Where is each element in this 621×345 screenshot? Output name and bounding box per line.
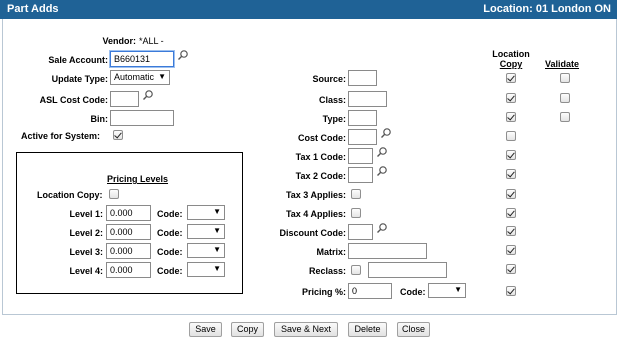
cost-code-label: Cost Code:	[298, 133, 346, 143]
level-3-input[interactable]	[106, 243, 151, 259]
reclass-input[interactable]	[368, 262, 447, 278]
location-copy-header-line2: Copy	[499, 59, 523, 69]
tax3-applies-copy-checkbox[interactable]	[506, 189, 516, 199]
pricing-percent-code-label: Code:	[400, 287, 426, 297]
tax2-code-input[interactable]	[348, 167, 373, 183]
discount-code-lookup-icon[interactable]	[376, 222, 388, 234]
validate-header: Validate	[545, 59, 580, 69]
asl-cost-code-lookup-icon[interactable]	[142, 89, 154, 101]
page-title: Part Adds	[7, 3, 59, 15]
tax3-applies-checkbox[interactable]	[351, 189, 361, 199]
level-2-code-select[interactable]: ▼	[187, 224, 225, 239]
reclass-checkbox[interactable]	[351, 265, 361, 275]
asl-cost-code-label: ASL Cost Code:	[39, 95, 108, 105]
save-next-button[interactable]: Save & Next	[274, 322, 338, 337]
vendor-value: *ALL -	[139, 36, 164, 46]
class-input[interactable]	[348, 91, 387, 107]
triangle-down-icon: ▼	[158, 72, 166, 81]
level-1-label: Level 1:	[69, 209, 103, 219]
pricing-location-copy-checkbox[interactable]	[109, 189, 119, 199]
active-for-system-checkbox[interactable]	[113, 130, 123, 140]
tax3-applies-label: Tax 3 Applies:	[285, 190, 346, 200]
triangle-down-icon: ▼	[454, 285, 462, 294]
triangle-down-icon: ▼	[213, 264, 221, 273]
level-4-input[interactable]	[106, 262, 151, 278]
matrix-input[interactable]	[348, 243, 427, 259]
pricing-location-copy-label: Location Copy:	[37, 190, 103, 200]
tax4-applies-checkbox[interactable]	[351, 208, 361, 218]
matrix-label: Matrix:	[316, 247, 346, 257]
class-copy-checkbox[interactable]	[506, 93, 516, 103]
level-3-label: Level 3:	[69, 247, 103, 257]
close-button[interactable]: Close	[397, 322, 430, 337]
source-label: Source:	[312, 74, 346, 84]
tax1-code-lookup-icon[interactable]	[376, 146, 388, 158]
cost-code-input[interactable]	[348, 129, 377, 145]
reclass-label: Reclass:	[308, 266, 346, 276]
asl-cost-code-input[interactable]	[110, 91, 139, 107]
pricing-levels-heading: Pricing Levels	[107, 174, 169, 184]
triangle-down-icon: ▼	[213, 226, 221, 235]
update-type-label: Update Type:	[51, 74, 108, 84]
copy-button[interactable]: Copy	[231, 322, 264, 337]
type-validate-checkbox[interactable]	[560, 112, 570, 122]
tax4-applies-label: Tax 4 Applies:	[285, 209, 346, 219]
matrix-copy-checkbox[interactable]	[506, 245, 516, 255]
bin-input[interactable]	[110, 110, 174, 126]
source-input[interactable]	[348, 70, 377, 86]
sale-account-lookup-icon[interactable]	[177, 49, 189, 61]
delete-button[interactable]: Delete	[348, 322, 387, 337]
source-copy-checkbox[interactable]	[506, 73, 516, 83]
discount-code-label: Discount Code:	[279, 228, 347, 238]
save-button[interactable]: Save	[189, 322, 222, 337]
level-2-input[interactable]	[106, 224, 151, 240]
level-4-code-select[interactable]: ▼	[187, 262, 225, 277]
level-2-code-label: Code:	[157, 228, 183, 238]
tax2-code-label: Tax 2 Code:	[295, 171, 346, 181]
tax2-code-lookup-icon[interactable]	[376, 165, 388, 177]
discount-code-input[interactable]	[348, 224, 373, 240]
cost-code-lookup-icon[interactable]	[380, 127, 392, 139]
sale-account-input[interactable]	[110, 51, 174, 67]
bin-label: Bin:	[90, 114, 109, 124]
discount-code-copy-checkbox[interactable]	[506, 226, 516, 236]
cost-code-copy-checkbox[interactable]	[506, 131, 516, 141]
triangle-down-icon: ▼	[213, 207, 221, 216]
type-copy-checkbox[interactable]	[506, 112, 516, 122]
class-validate-checkbox[interactable]	[560, 93, 570, 103]
tax1-code-copy-checkbox[interactable]	[506, 150, 516, 160]
title-bar: Part Adds Location: 01 London ON	[0, 0, 617, 19]
class-label: Class:	[318, 95, 346, 105]
source-validate-checkbox[interactable]	[560, 73, 570, 83]
type-label: Type:	[322, 114, 346, 124]
level-3-code-select[interactable]: ▼	[187, 243, 225, 258]
tax1-code-input[interactable]	[348, 148, 373, 164]
tax1-code-label: Tax 1 Code:	[295, 152, 346, 162]
reclass-copy-checkbox[interactable]	[506, 264, 516, 274]
pricing-percent-copy-checkbox[interactable]	[506, 286, 516, 296]
sale-account-label: Sale Account:	[48, 55, 108, 65]
level-2-label: Level 2:	[69, 228, 103, 238]
type-input[interactable]	[348, 110, 377, 126]
tax2-code-copy-checkbox[interactable]	[506, 169, 516, 179]
tax4-applies-copy-checkbox[interactable]	[506, 208, 516, 218]
pricing-percent-input[interactable]	[348, 283, 392, 299]
triangle-down-icon: ▼	[213, 245, 221, 254]
level-1-input[interactable]	[106, 205, 151, 221]
pricing-percent-code-select[interactable]: ▼	[428, 283, 466, 298]
location-copy-header-line1: Location	[492, 49, 530, 59]
update-type-select[interactable]: Automatic ▼	[110, 70, 170, 85]
level-3-code-label: Code:	[157, 247, 183, 257]
location-indicator: Location: 01 London ON	[483, 3, 611, 15]
vendor-label: Vendor:	[102, 36, 136, 46]
level-4-label: Level 4:	[69, 266, 103, 276]
level-1-code-label: Code:	[157, 209, 183, 219]
active-for-system-label: Active for System:	[21, 131, 101, 141]
level-1-code-select[interactable]: ▼	[187, 205, 225, 220]
pricing-percent-label: Pricing %:	[301, 287, 346, 297]
update-type-value: Automatic	[114, 72, 155, 82]
level-4-code-label: Code:	[157, 266, 183, 276]
